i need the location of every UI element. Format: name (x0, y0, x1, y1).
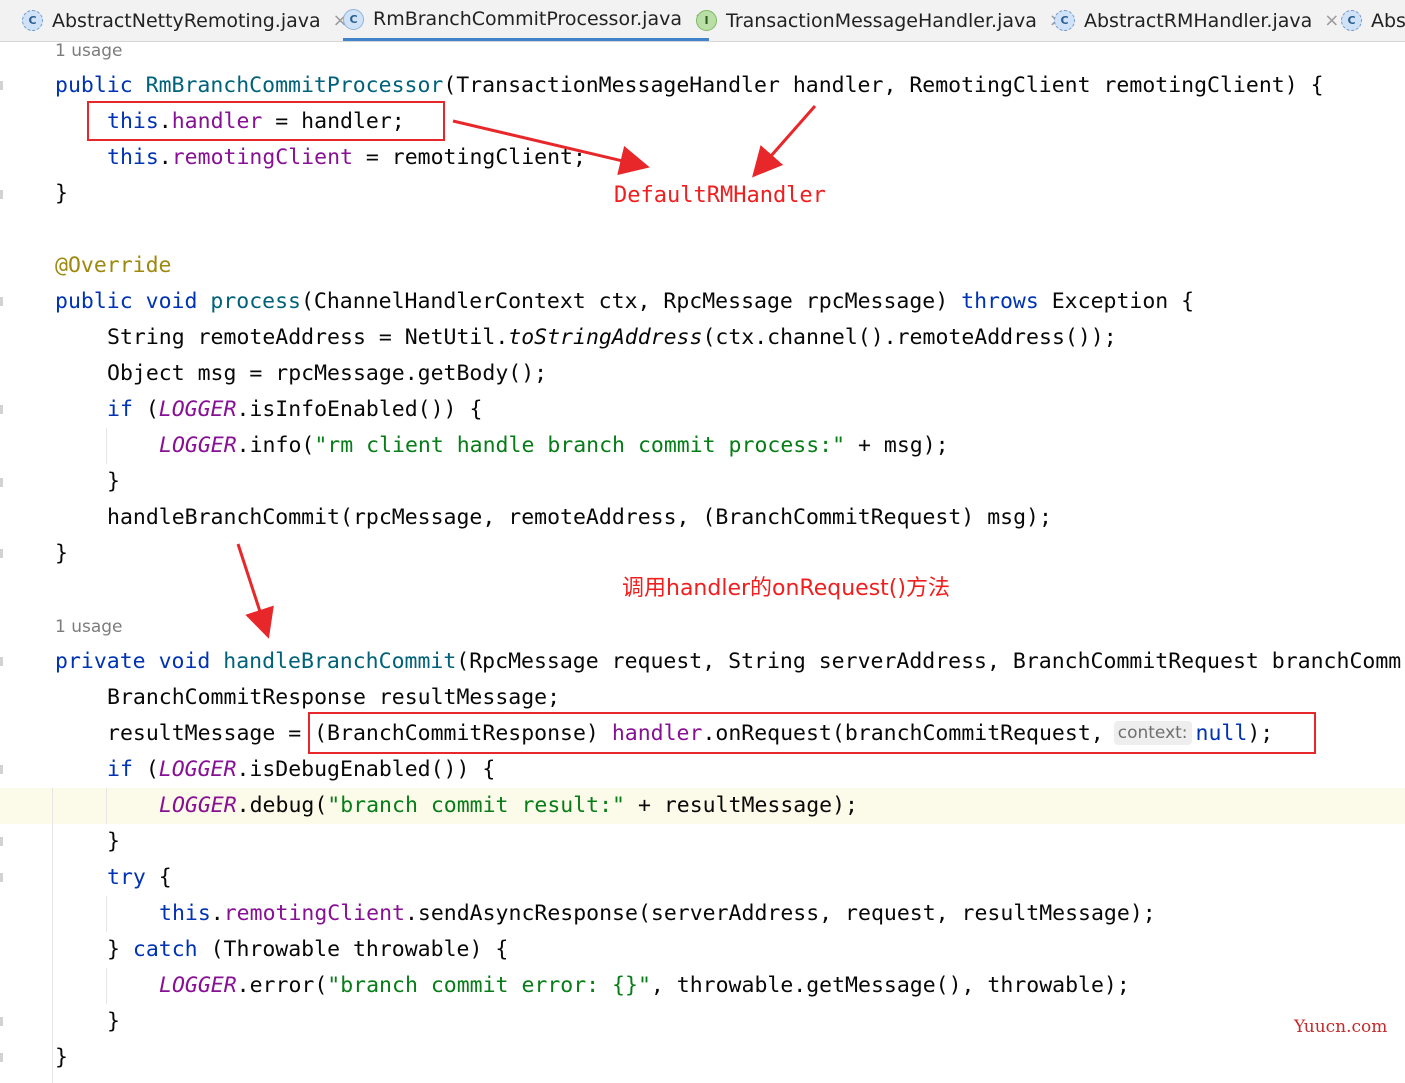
interface-icon: I (696, 10, 717, 31)
code-editor[interactable]: 1 usage public RmBranchCommitProcessor(T… (0, 41, 1405, 1083)
tab-abstract-rm-handler[interactable]: C AbstractRMHandler.java × (1054, 0, 1339, 41)
editor-tab-bar: C AbstractNettyRemoting.java × C RmBranc… (0, 0, 1405, 42)
class-icon: C (22, 10, 43, 31)
annotation-default-rm-handler: DefaultRMHandler (614, 183, 826, 208)
tab-abstract-netty-remoting[interactable]: C AbstractNettyRemoting.java × (22, 0, 348, 41)
tab-rm-branch-commit-processor[interactable]: C RmBranchCommitProcessor.java × (343, 0, 710, 41)
arrow-to-default-rm-handler-2 (752, 105, 817, 178)
close-icon[interactable]: × (1324, 10, 1339, 31)
arrow-to-default-rm-handler (452, 119, 650, 176)
tab-label: RmBranchCommitProcessor.java (373, 8, 682, 30)
tab-label: TransactionMessageHandler.java (726, 9, 1037, 32)
tab-label: AbstractRMHandler.java (1084, 9, 1313, 32)
tab-label: AbstractNettyRemoting.java (52, 9, 321, 32)
class-icon: C (1054, 10, 1075, 31)
watermark: Yuucn.com (1294, 1017, 1388, 1037)
tab-label: Abst (1371, 9, 1405, 32)
class-icon: C (343, 8, 364, 30)
tab-transaction-message-handler[interactable]: I TransactionMessageHandler.java × (696, 0, 1064, 41)
tab-abst-truncated[interactable]: C Abst (1341, 0, 1405, 41)
class-icon: C (1341, 10, 1362, 31)
arrow-to-handle-branch-commit (236, 543, 274, 639)
annotation-call-on-request: 调用handler的onRequest()方法 (622, 576, 950, 601)
